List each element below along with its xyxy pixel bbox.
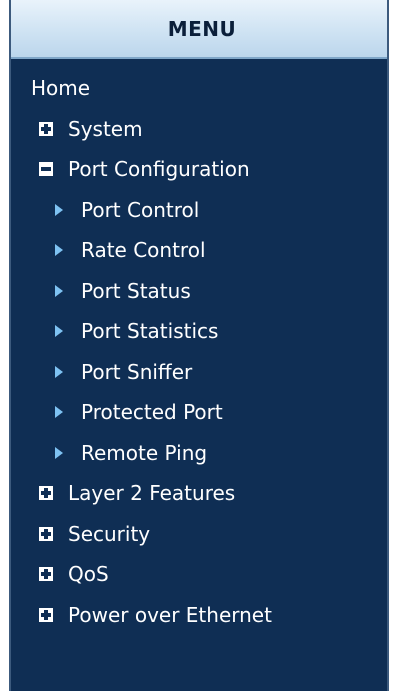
navigation-menu: MENU Home System Port Configuration Port…	[9, 0, 389, 691]
triangle-right-icon	[55, 284, 63, 297]
menu-group-qos[interactable]: QoS	[11, 554, 387, 595]
menu-group-security-label: Security	[68, 521, 151, 546]
menu-group-system[interactable]: System	[11, 109, 387, 150]
menu-item-home-label: Home	[31, 76, 91, 101]
menu-item-protected-port-label: Protected Port	[81, 400, 223, 425]
menu-item-protected-port[interactable]: Protected Port	[11, 392, 387, 433]
minus-box-icon[interactable]	[39, 162, 53, 177]
page: MENU Home System Port Configuration Port…	[0, 0, 398, 691]
menu-group-security[interactable]: Security	[11, 514, 387, 555]
triangle-right-icon	[55, 406, 63, 419]
triangle-right-icon	[55, 446, 63, 459]
menu-item-home[interactable]: Home	[11, 68, 387, 109]
menu-group-port-configuration-label: Port Configuration	[68, 157, 250, 182]
menu-group-qos-label: QoS	[68, 562, 109, 587]
menu-item-port-status[interactable]: Port Status	[11, 271, 387, 312]
triangle-right-icon	[55, 244, 63, 257]
menu-list: Home System Port Configuration Port Cont…	[11, 68, 387, 635]
menu-group-power-over-ethernet-label: Power over Ethernet	[68, 602, 272, 627]
plus-box-icon[interactable]	[39, 486, 53, 501]
menu-item-port-statistics[interactable]: Port Statistics	[11, 311, 387, 352]
menu-item-port-control-label: Port Control	[81, 197, 200, 222]
menu-item-remote-ping[interactable]: Remote Ping	[11, 433, 387, 474]
menu-group-layer-2-features[interactable]: Layer 2 Features	[11, 473, 387, 514]
menu-title: MENU	[167, 16, 237, 41]
menu-group-layer-2-features-label: Layer 2 Features	[68, 481, 236, 506]
menu-item-port-status-label: Port Status	[81, 278, 191, 303]
menu-group-port-configuration[interactable]: Port Configuration	[11, 149, 387, 190]
menu-item-port-sniffer[interactable]: Port Sniffer	[11, 352, 387, 393]
plus-box-icon[interactable]	[39, 567, 53, 582]
plus-box-icon[interactable]	[39, 607, 53, 622]
plus-box-icon[interactable]	[39, 121, 53, 136]
menu-item-rate-control[interactable]: Rate Control	[11, 230, 387, 271]
triangle-right-icon	[55, 365, 63, 378]
triangle-right-icon	[55, 325, 63, 338]
menu-item-port-sniffer-label: Port Sniffer	[81, 359, 193, 384]
menu-item-port-control[interactable]: Port Control	[11, 190, 387, 231]
triangle-right-icon	[55, 203, 63, 216]
menu-header: MENU	[11, 0, 387, 59]
menu-item-rate-control-label: Rate Control	[81, 238, 206, 263]
plus-box-icon[interactable]	[39, 526, 53, 541]
menu-group-system-label: System	[68, 116, 143, 141]
menu-item-port-statistics-label: Port Statistics	[81, 319, 219, 344]
menu-group-power-over-ethernet[interactable]: Power over Ethernet	[11, 595, 387, 636]
menu-item-remote-ping-label: Remote Ping	[81, 440, 208, 465]
